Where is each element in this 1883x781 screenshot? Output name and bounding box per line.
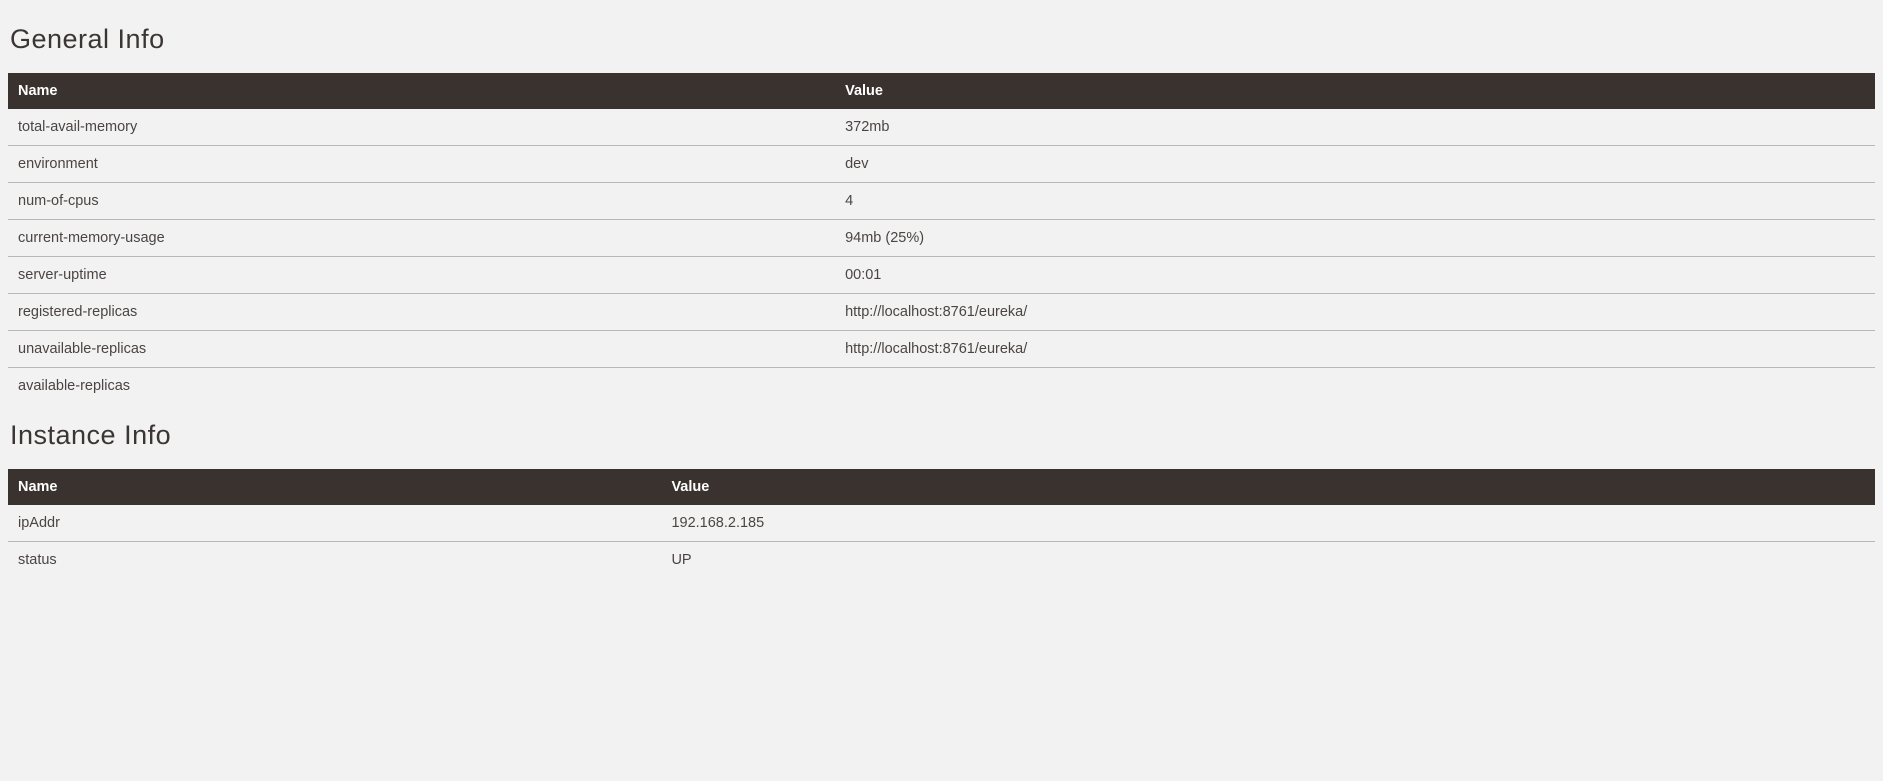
general-row-value: 94mb (25%)	[835, 220, 1875, 257]
general-row-value: 00:01	[835, 257, 1875, 294]
general-header-name: Name	[8, 73, 835, 109]
general-row-name: num-of-cpus	[8, 183, 835, 220]
general-row-name: registered-replicas	[8, 294, 835, 331]
table-row: environment dev	[8, 146, 1875, 183]
general-row-value: http://localhost:8761/eureka/	[835, 294, 1875, 331]
general-row-value: http://localhost:8761/eureka/	[835, 331, 1875, 368]
instance-row-value: UP	[661, 542, 1875, 579]
general-row-name: current-memory-usage	[8, 220, 835, 257]
table-row: current-memory-usage 94mb (25%)	[8, 220, 1875, 257]
table-row: available-replicas	[8, 368, 1875, 405]
instance-info-heading: Instance Info	[10, 420, 1875, 451]
general-row-name: server-uptime	[8, 257, 835, 294]
instance-row-name: status	[8, 542, 661, 579]
general-row-name: total-avail-memory	[8, 109, 835, 146]
table-row: server-uptime 00:01	[8, 257, 1875, 294]
general-row-name: unavailable-replicas	[8, 331, 835, 368]
table-row: unavailable-replicas http://localhost:87…	[8, 331, 1875, 368]
general-row-value	[835, 368, 1875, 405]
general-row-name: available-replicas	[8, 368, 835, 405]
instance-row-value: 192.168.2.185	[661, 505, 1875, 542]
general-row-value: 4	[835, 183, 1875, 220]
instance-header-name: Name	[8, 469, 661, 505]
instance-info-table: Name Value ipAddr 192.168.2.185 status U…	[8, 469, 1875, 578]
table-row: num-of-cpus 4	[8, 183, 1875, 220]
instance-header-value: Value	[661, 469, 1875, 505]
general-row-value: dev	[835, 146, 1875, 183]
general-info-heading: General Info	[10, 24, 1875, 55]
general-header-value: Value	[835, 73, 1875, 109]
table-row: total-avail-memory 372mb	[8, 109, 1875, 146]
general-info-table: Name Value total-avail-memory 372mb envi…	[8, 73, 1875, 404]
table-row: ipAddr 192.168.2.185	[8, 505, 1875, 542]
general-row-name: environment	[8, 146, 835, 183]
table-row: registered-replicas http://localhost:876…	[8, 294, 1875, 331]
general-row-value: 372mb	[835, 109, 1875, 146]
instance-row-name: ipAddr	[8, 505, 661, 542]
table-row: status UP	[8, 542, 1875, 579]
